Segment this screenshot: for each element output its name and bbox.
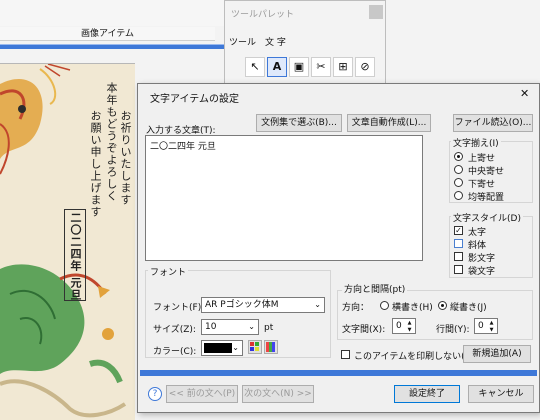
load-file-button[interactable]: ファイル読込(O)... [453,114,533,132]
direction-label: 方向： [342,303,370,313]
text-tool-icon[interactable]: A [267,57,287,77]
stamp-tool-icon[interactable]: ⊘ [355,57,375,77]
align-justify-radio[interactable] [454,191,463,200]
vertical-label: 縦書き(J) [450,303,487,313]
chevron-down-icon: ⌄ [248,322,255,331]
shadow-checkbox[interactable] [454,252,463,261]
add-new-button[interactable]: 新規追加(A) [463,345,531,363]
chevron-down-icon: ⌄ [314,300,321,309]
pointer-tool-icon[interactable]: ↖ [245,57,265,77]
outline-label: 袋文字 [468,267,496,277]
align-bottom-label: 下寄せ [468,180,496,190]
size-label: サイズ(Z): [153,325,196,335]
style-group-label: 文字スタイル(D) [451,211,523,224]
shadow-label: 影文字 [468,254,496,264]
char-spacing-input[interactable]: 0 ▲ ▼ [392,318,416,334]
color-select[interactable]: ⌄ [201,340,243,356]
next-text-button[interactable]: 次の文へ(N) >> [242,385,314,403]
spin-up-icon[interactable]: ▲ [405,320,414,326]
card-newyear-text: 二〇二四年 元旦 [69,212,82,301]
size-select[interactable]: 10 ⌄ [201,319,259,335]
card-line-1: お祈りいたします [119,110,132,206]
char-spacing-value: 0 [396,321,402,331]
line-spacing-input[interactable]: 0 ▲ ▼ [474,318,498,334]
no-print-label: このアイテムを印刷しない( [354,352,465,362]
align-top-radio[interactable] [454,152,463,161]
color-palette-icon[interactable] [248,340,262,354]
vertical-radio[interactable] [438,301,447,310]
color-label: カラー(C): [153,347,197,357]
table-tool-icon[interactable]: ⊞ [333,57,353,77]
char-spacing-label: 文字間(X): [342,325,386,335]
finish-button[interactable]: 設定終了 [394,385,460,403]
palette-title: ツールパレット [231,10,295,20]
horizontal-label: 横書き(H) [392,303,433,313]
card-line-3: お願い申し上げます [89,110,102,218]
italic-checkbox[interactable] [454,239,463,248]
cancel-button[interactable]: キャンセル [468,385,534,403]
image-tool-icon[interactable]: ▣ [289,57,309,77]
font-select-value: AR Pゴシック体M [205,300,279,310]
prev-text-button[interactable]: << 前の文へ(P) [166,385,238,403]
align-center-radio[interactable] [454,165,463,174]
palette-tab-text[interactable]: 文 字 [265,35,286,48]
bold-checkbox[interactable]: ✓ [454,226,463,235]
font-label: フォント(F): [153,303,205,313]
tool-palette[interactable]: ツールパレット ツール 文 字 ↖ A ▣ ✂ ⊞ ⊘ [224,0,386,88]
bold-label: 太字 [468,228,487,238]
image-item-title: 画像アイテム [0,27,215,41]
text-item-settings-dialog: 文字アイテムの設定 ✕ 入力する文章(T): 文例集で選ぶ(B)... 文章自動… [137,83,540,413]
chevron-down-icon: ⌄ [232,343,239,352]
no-print-checkbox[interactable] [341,350,350,359]
align-center-label: 中央寄せ [468,167,505,177]
align-justify-label: 均等配置 [468,193,505,203]
close-icon[interactable]: ✕ [520,87,529,100]
spin-up-icon[interactable]: ▲ [487,320,496,326]
text-input-area[interactable]: 二〇二四年 元旦 [145,135,423,261]
size-unit: pt [264,323,274,333]
auto-compose-button[interactable]: 文章自動作成(L)... [347,114,431,132]
spin-down-icon[interactable]: ▼ [487,327,496,333]
card-line-2: 本年もどうぞよろしく [105,82,118,202]
align-bottom-radio[interactable] [454,178,463,187]
outline-checkbox[interactable] [454,265,463,274]
font-group-label: フォント [148,265,189,278]
align-top-label: 上寄せ [468,154,496,164]
palette-tab-tool[interactable]: ツール [229,35,256,48]
alignment-group-label: 文字揃え(I) [451,136,501,149]
clip-tool-icon[interactable]: ✂ [311,57,331,77]
color-picker-icon[interactable] [264,340,278,354]
line-spacing-value: 0 [478,321,484,331]
selection-bar [0,44,226,49]
spin-down-icon[interactable]: ▼ [405,327,414,333]
italic-label: 斜体 [468,241,487,251]
dialog-title: 文字アイテムの設定 [150,94,239,105]
size-select-value: 10 [205,322,217,332]
horizontal-radio[interactable] [380,301,389,310]
help-icon[interactable]: ? [148,387,162,401]
card-canvas[interactable]: お祈りいたします 本年もどうぞよろしく お願い申し上げます 二〇二四年 元旦 [0,63,135,420]
palette-close-button[interactable] [369,5,383,19]
font-select[interactable]: AR Pゴシック体M ⌄ [201,297,325,313]
examples-button[interactable]: 文例集で選ぶ(B)... [256,114,342,132]
line-spacing-label: 行間(Y): [436,325,470,335]
progress-bar [140,370,537,376]
color-swatch [204,343,232,353]
window-top-strip [0,0,230,26]
direction-group-label: 方向と間隔(pt) [342,282,408,295]
